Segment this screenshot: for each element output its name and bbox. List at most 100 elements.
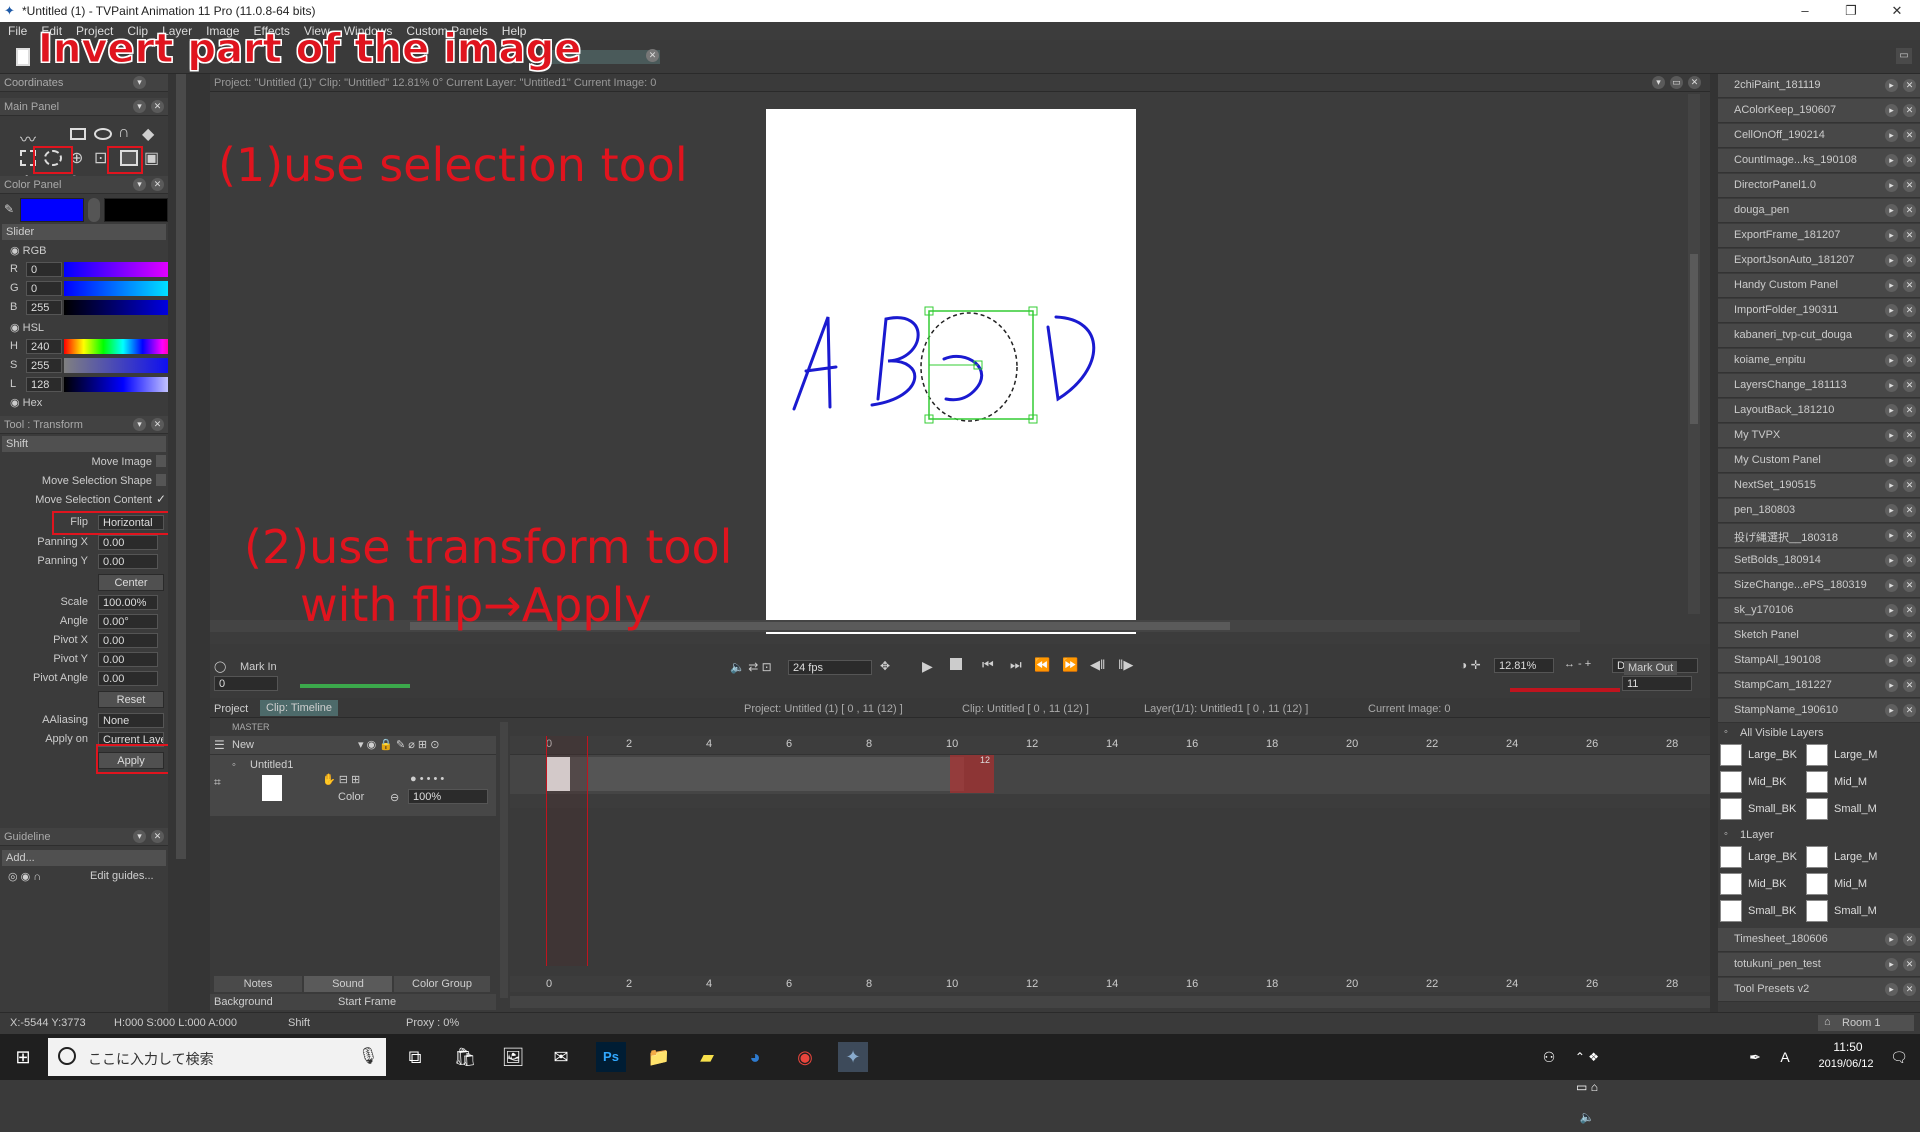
stamp-label[interactable]: Large_M	[1834, 851, 1877, 863]
aaliasing-dropdown[interactable]: None	[98, 713, 164, 728]
close-icon[interactable]: ✕	[1903, 654, 1916, 667]
close-icon[interactable]: ✕	[1903, 179, 1916, 192]
open-panel-icon[interactable]: ▸	[1885, 229, 1898, 242]
open-panel-icon[interactable]: ▸	[1885, 254, 1898, 267]
close-icon[interactable]: ✕	[1903, 104, 1916, 117]
custom-panel-item[interactable]: 投げ縄選択__180318 ▸ ✕	[1718, 524, 1920, 548]
opacity-field[interactable]: 100%	[408, 789, 488, 804]
stamp-label[interactable]: Large_BK	[1748, 749, 1797, 761]
layer-lock-icon[interactable]: ⌗	[214, 775, 221, 790]
collapse-icon[interactable]: ▾	[133, 830, 146, 843]
fast-forward-button[interactable]: ⏩	[1062, 657, 1078, 673]
canvas-vscroll-thumb[interactable]	[1690, 254, 1698, 424]
loop-icon[interactable]: ✥	[880, 659, 890, 673]
close-icon[interactable]: ✕	[1903, 329, 1916, 342]
layer-name[interactable]: Untitled1	[250, 759, 293, 771]
close-button[interactable]: ✕	[1874, 0, 1920, 22]
light-table-dots[interactable]: ● • • • •	[410, 773, 444, 785]
fill-tool-icon[interactable]: ◆	[142, 124, 154, 144]
close-icon[interactable]: ✕	[1903, 983, 1916, 996]
stamp-thumbnail[interactable]	[1720, 846, 1742, 868]
menu-file[interactable]: File	[0, 22, 33, 38]
open-panel-icon[interactable]: ▸	[1885, 104, 1898, 117]
last-frame-button[interactable]: ⏭	[1010, 657, 1022, 673]
custom-panel-item[interactable]: CountImage...ks_190108 ▸ ✕	[1718, 149, 1920, 173]
move-image-checkbox[interactable]	[156, 455, 166, 467]
custom-panel-item[interactable]: My Custom Panel ▸ ✕	[1718, 449, 1920, 473]
stamp-thumbnail[interactable]	[1806, 846, 1828, 868]
open-panel-icon[interactable]: ▸	[1885, 179, 1898, 192]
s-slider[interactable]	[64, 358, 182, 373]
pivot-x-field[interactable]: 0.00	[98, 633, 158, 648]
collapse-icon[interactable]: ◦	[1724, 726, 1728, 738]
h-value-field[interactable]: 240	[26, 339, 62, 354]
close-icon[interactable]: ✕	[1903, 204, 1916, 217]
background-label[interactable]: Background	[214, 996, 273, 1008]
custom-panel-item[interactable]: StampName_190610 ▸ ✕	[1718, 699, 1920, 723]
sticky-notes-icon[interactable]: ▰	[692, 1042, 722, 1072]
close-icon[interactable]: ✕	[1903, 679, 1916, 692]
pivot-y-field[interactable]: 0.00	[98, 652, 158, 667]
open-panel-icon[interactable]: ▸	[1885, 529, 1898, 542]
close-icon[interactable]: ✕	[1903, 958, 1916, 971]
custom-panel-item[interactable]: Timesheet_180606 ▸ ✕	[1718, 928, 1920, 952]
move-selection-content-check-icon[interactable]: ✓	[156, 492, 166, 506]
slider-dropdown[interactable]: Slider	[2, 224, 166, 240]
custom-panel-item[interactable]: SizeChange...ePS_180319 ▸ ✕	[1718, 574, 1920, 598]
center-button[interactable]: Center	[98, 574, 164, 591]
custom-panel-item[interactable]: pen_180803 ▸ ✕	[1718, 499, 1920, 523]
add-guide-dropdown[interactable]: Add...	[2, 850, 166, 866]
chrome-icon[interactable]: ◉	[790, 1042, 820, 1072]
stamp-label[interactable]: Small_M	[1834, 803, 1877, 815]
open-panel-icon[interactable]: ▸	[1885, 629, 1898, 642]
close-icon[interactable]: ✕	[1903, 79, 1916, 92]
close-icon[interactable]: ✕	[151, 418, 164, 431]
tray-icons[interactable]: ⌃ ❖ ▭ ⌂ 🔈	[1572, 1042, 1602, 1124]
zoom-field[interactable]: 12.81%	[1494, 658, 1554, 673]
minimize-button[interactable]: –	[1782, 0, 1828, 22]
stamp-label[interactable]: Large_BK	[1748, 851, 1797, 863]
curve-tool-icon[interactable]: ∩	[118, 124, 130, 142]
color-group-tab[interactable]: Color Group	[394, 976, 490, 992]
custom-panel-item[interactable]: totukuni_pen_test ▸ ✕	[1718, 953, 1920, 977]
r-slider[interactable]	[64, 262, 182, 277]
left-panel-scrollbar[interactable]	[176, 74, 186, 859]
store-icon[interactable]: 🛍	[450, 1042, 480, 1072]
layer-stack-icon[interactable]: ☰	[214, 738, 225, 752]
h-slider[interactable]	[64, 339, 182, 354]
first-frame-button[interactable]: ⏮	[982, 657, 994, 673]
close-icon[interactable]: ✕	[1903, 704, 1916, 717]
open-panel-icon[interactable]: ▸	[1885, 704, 1898, 717]
custom-panel-item[interactable]: DirectorPanel1.0 ▸ ✕	[1718, 174, 1920, 198]
close-icon[interactable]: ✕	[1903, 579, 1916, 592]
custom-panel-item[interactable]: Tool Presets v2 ▸ ✕	[1718, 978, 1920, 1002]
restore-icon[interactable]: ▭	[1670, 76, 1683, 89]
close-icon[interactable]: ✕	[1903, 354, 1916, 367]
toolbar-scroll-icon[interactable]: ▭	[1896, 48, 1912, 64]
custom-panel-item[interactable]: 2chiPaint_181119 ▸ ✕	[1718, 74, 1920, 98]
close-icon[interactable]: ✕	[1903, 229, 1916, 242]
stamp-label[interactable]: Mid_M	[1834, 878, 1867, 890]
custom-panel-item[interactable]: koiame_enpitu ▸ ✕	[1718, 349, 1920, 373]
open-panel-icon[interactable]: ▸	[1885, 958, 1898, 971]
layer-mode-icons[interactable]: ✋ ⊟ ⊞	[322, 773, 360, 786]
b-slider[interactable]	[64, 300, 182, 315]
project-tab[interactable]: Project	[214, 703, 248, 715]
close-icon[interactable]: ✕	[1903, 604, 1916, 617]
close-icon[interactable]: ✕	[1903, 454, 1916, 467]
stamp-label[interactable]: Small_BK	[1748, 803, 1796, 815]
custom-panel-item[interactable]: ImportFolder_190311 ▸ ✕	[1718, 299, 1920, 323]
close-icon[interactable]: ✕	[1903, 504, 1916, 517]
close-icon[interactable]: ✕	[1903, 554, 1916, 567]
panning-x-field[interactable]: 0.00	[98, 535, 158, 550]
close-icon[interactable]: ✕	[1903, 529, 1916, 542]
layer-toggle-icons[interactable]: ▾ ◉ 🔒 ✎ ⌀ ⊞ ⊙	[358, 738, 439, 751]
rectangle-tool-icon[interactable]	[70, 128, 86, 140]
maximize-button[interactable]: ❐	[1828, 0, 1874, 22]
mark-out-label[interactable]: Mark Out	[1624, 661, 1678, 675]
open-panel-icon[interactable]: ▸	[1885, 304, 1898, 317]
open-panel-icon[interactable]: ▸	[1885, 604, 1898, 617]
close-icon[interactable]: ✕	[151, 178, 164, 191]
task-view-icon[interactable]: ⧉	[400, 1042, 430, 1072]
stamp-thumbnail[interactable]	[1720, 771, 1742, 793]
